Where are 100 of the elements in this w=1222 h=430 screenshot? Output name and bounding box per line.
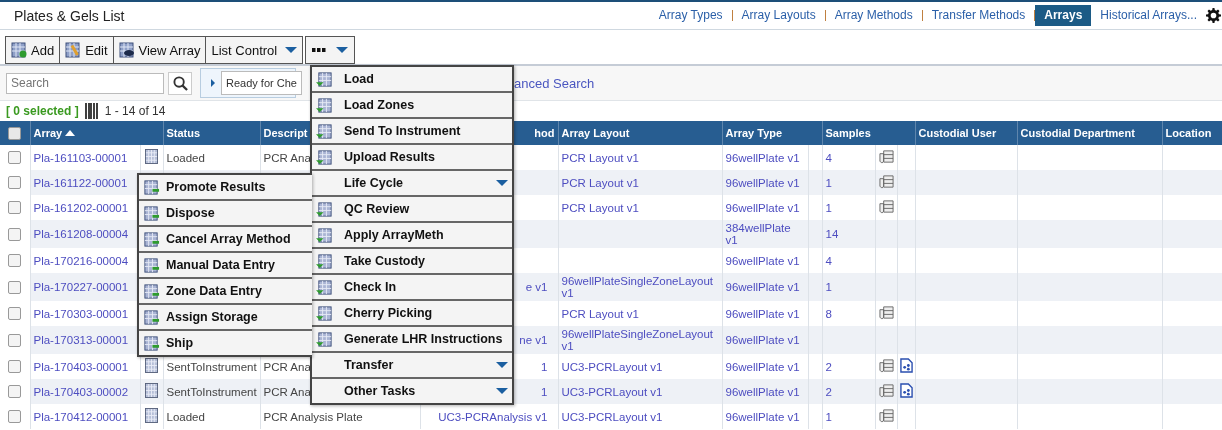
- layout-link[interactable]: PCR Layout v1: [561, 201, 639, 214]
- samples-link[interactable]: 14: [825, 228, 839, 240]
- tube-rack-icon[interactable]: [878, 149, 894, 164]
- samples-link[interactable]: 4: [825, 151, 832, 164]
- description-text: PCR Ana: [263, 151, 311, 164]
- select-all-checkbox[interactable]: [8, 126, 22, 140]
- menu-item[interactable]: Transfer: [312, 353, 512, 379]
- row-checkbox[interactable]: [8, 151, 22, 165]
- menu-item[interactable]: Other Tasks: [312, 379, 512, 403]
- search-field[interactable]: Search: [6, 72, 164, 94]
- status-text: SentToInstrument: [166, 360, 257, 373]
- menu-item[interactable]: Load Zones: [312, 93, 512, 119]
- status-text: Loaded: [166, 151, 205, 164]
- barcode-icon[interactable]: [84, 102, 99, 119]
- method-link[interactable]: 1: [541, 360, 548, 373]
- array-link[interactable]: Pla-170303-00001: [33, 307, 129, 320]
- filter-select[interactable]: Ready for Che: [221, 71, 302, 95]
- menu-item[interactable]: QC Review: [312, 197, 512, 223]
- layout-link[interactable]: UC3-PCRLayout v1: [561, 360, 663, 373]
- grid-icon: [143, 178, 160, 196]
- tube-rack-icon[interactable]: [878, 174, 894, 189]
- grid-icon: [65, 42, 82, 58]
- method-link[interactable]: 1: [541, 385, 548, 398]
- column-header[interactable]: Status: [166, 127, 201, 139]
- type-link[interactable]: 96wellPlate v1: [725, 360, 800, 373]
- samples-link[interactable]: 2: [825, 360, 832, 373]
- row-checkbox[interactable]: [8, 254, 22, 268]
- samples-link[interactable]: 1: [825, 410, 832, 423]
- toolbar-button[interactable]: List Control: [205, 36, 304, 64]
- menu-item[interactable]: Cherry Picking: [312, 301, 512, 327]
- samples-link[interactable]: 2: [825, 385, 832, 398]
- array-link[interactable]: Pla-170403-00001: [33, 360, 129, 373]
- samples-link[interactable]: 1: [825, 176, 832, 189]
- nav-tab[interactable]: Historical Arrays...: [1091, 5, 1206, 26]
- samples-link[interactable]: 1: [825, 201, 832, 214]
- column-header[interactable]: hod: [534, 127, 555, 139]
- nav-tab[interactable]: Array Types: [649, 5, 732, 26]
- method-link[interactable]: e v1: [525, 281, 548, 293]
- tube-rack-icon[interactable]: [878, 199, 894, 214]
- type-link[interactable]: 96wellPlate v1: [725, 254, 800, 267]
- row-checkbox[interactable]: [8, 307, 22, 321]
- expand-icon[interactable]: [211, 79, 215, 87]
- layout-link[interactable]: PCR Layout v1: [561, 151, 639, 164]
- menu-item[interactable]: Load: [312, 67, 512, 93]
- method-link[interactable]: ne v1: [519, 334, 548, 346]
- menu-item[interactable]: Promote Results: [139, 175, 312, 201]
- menu-item[interactable]: Send To Instrument: [312, 119, 512, 145]
- menu-item[interactable]: Take Custody: [312, 249, 512, 275]
- row-checkbox[interactable]: [8, 385, 22, 399]
- row-checkbox[interactable]: [8, 333, 22, 347]
- menu-item[interactable]: Zone Data Entry: [139, 279, 312, 305]
- toolbar-button[interactable]: Add: [5, 36, 61, 64]
- nav-tab[interactable]: Transfer Methods: [922, 5, 1035, 26]
- row-checkbox[interactable]: [8, 227, 22, 241]
- nav-tab[interactable]: Arrays: [1035, 5, 1092, 26]
- menu-item[interactable]: Apply ArrayMeth: [312, 223, 512, 249]
- row-checkbox[interactable]: [8, 201, 22, 215]
- type-link[interactable]: 96wellPlate v1: [725, 201, 800, 214]
- row-checkbox[interactable]: [8, 410, 22, 424]
- menu-item[interactable]: Cancel Array Method: [139, 227, 312, 253]
- type-link[interactable]: 96wellPlate v1: [725, 410, 800, 423]
- column-header[interactable]: Array: [33, 127, 76, 139]
- array-link[interactable]: Pla-170412-00001: [33, 410, 129, 423]
- nav-tab[interactable]: Array Layouts: [732, 5, 825, 26]
- array-link[interactable]: Pla-161202-00001: [33, 201, 129, 214]
- tube-rack-icon[interactable]: [878, 358, 894, 373]
- caret-icon: [496, 362, 508, 368]
- array-link[interactable]: Pla-170216-00004: [33, 254, 129, 267]
- menu-item[interactable]: Assign Storage: [139, 305, 312, 331]
- tube-rack-icon[interactable]: [878, 408, 894, 423]
- tube-rack-icon[interactable]: [878, 305, 894, 320]
- settings-icon[interactable]: [1206, 8, 1221, 23]
- toolbar-button[interactable]: View Array: [112, 36, 207, 64]
- search-button[interactable]: [168, 71, 192, 95]
- tube-rack-icon[interactable]: [878, 383, 894, 398]
- advanced-search-link[interactable]: anced Search: [514, 75, 595, 91]
- column-header[interactable]: Descript: [263, 127, 308, 139]
- array-link[interactable]: Pla-161103-00001: [33, 151, 128, 164]
- samples-link[interactable]: 4: [825, 254, 832, 267]
- layout-link[interactable]: PCR Layout v1: [561, 307, 639, 320]
- type-link[interactable]: 96wellPlate v1: [725, 307, 800, 320]
- samples-link[interactable]: 1: [825, 281, 832, 293]
- menu-item[interactable]: Generate LHR Instructions: [312, 327, 512, 353]
- menu-item[interactable]: Manual Data Entry: [139, 253, 312, 279]
- menu-item[interactable]: Upload Results: [312, 145, 512, 171]
- toolbar-button[interactable]: Edit: [59, 36, 114, 64]
- layout-link[interactable]: UC3-PCRLayout v1: [561, 410, 663, 423]
- row-checkbox[interactable]: [8, 360, 22, 374]
- row-checkbox[interactable]: [8, 280, 22, 294]
- document-icon[interactable]: [899, 383, 913, 398]
- menu-item[interactable]: Ship: [139, 331, 312, 355]
- type-link[interactable]: 96wellPlate v1: [725, 151, 800, 164]
- menu-item[interactable]: Dispose: [139, 201, 312, 227]
- samples-link[interactable]: 8: [825, 307, 832, 320]
- menu-item[interactable]: Check In: [312, 275, 512, 301]
- more-button[interactable]: [305, 36, 356, 64]
- nav-tab[interactable]: Array Methods: [825, 5, 922, 26]
- document-icon[interactable]: [899, 358, 913, 373]
- method-link[interactable]: UC3-PCRAnalysis v1: [438, 410, 548, 423]
- row-checkbox[interactable]: [8, 176, 22, 190]
